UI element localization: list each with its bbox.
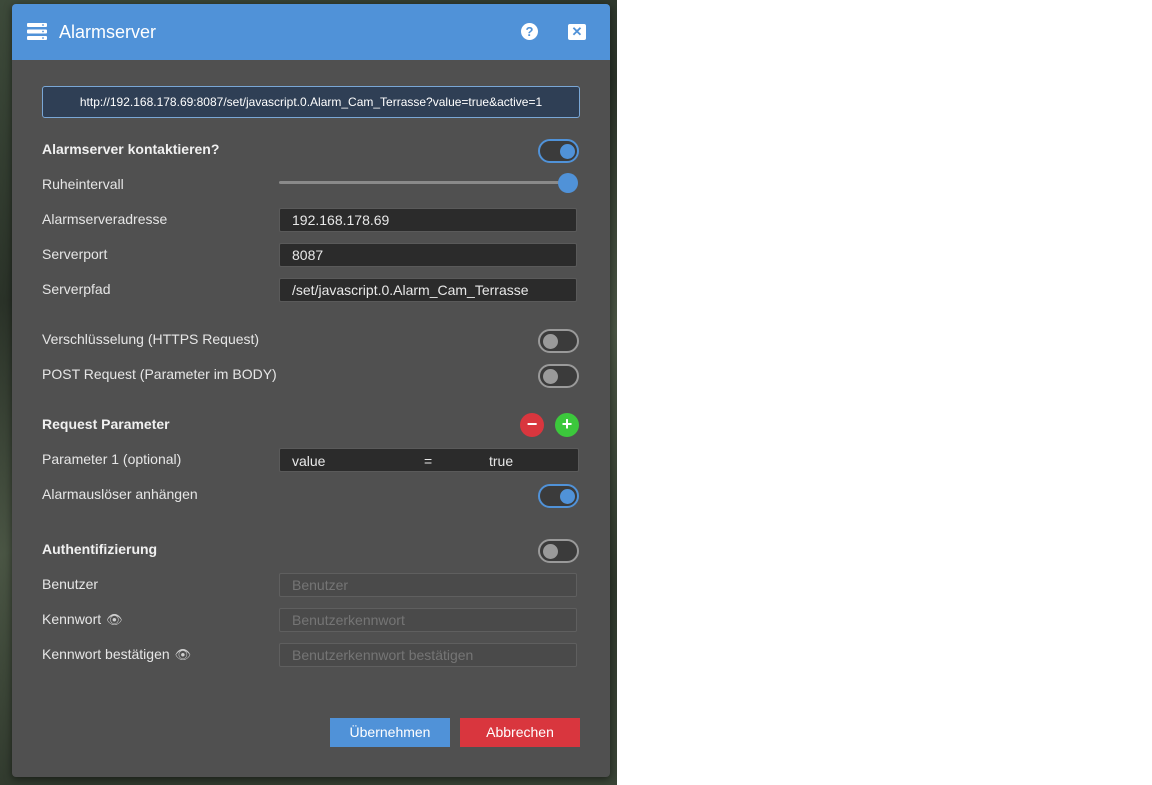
eye-icon[interactable]: 👁 bbox=[106, 612, 123, 628]
password-confirm-label: Kennwort bestätigen 👁 bbox=[42, 646, 191, 663]
parameter-1-equals: = bbox=[424, 453, 433, 469]
toggle-knob bbox=[560, 489, 575, 504]
parameter-1-label: Parameter 1 (optional) bbox=[42, 451, 182, 467]
https-toggle[interactable] bbox=[538, 329, 579, 353]
path-label: Serverpfad bbox=[42, 281, 111, 297]
toggle-knob bbox=[560, 144, 575, 159]
server-icon bbox=[27, 23, 47, 40]
dialog-titlebar: Alarmserver ? ✕ bbox=[12, 4, 610, 60]
trigger-toggle[interactable] bbox=[538, 484, 579, 508]
toggle-knob bbox=[543, 334, 558, 349]
password-confirm-input[interactable] bbox=[279, 643, 577, 667]
port-label: Serverport bbox=[42, 246, 108, 262]
path-input[interactable] bbox=[279, 278, 577, 302]
port-input[interactable] bbox=[279, 243, 577, 267]
rest-interval-slider-handle[interactable] bbox=[558, 173, 578, 193]
https-label: Verschlüsselung (HTTPS Request) bbox=[42, 331, 260, 347]
alarmserver-dialog: Alarmserver ? ✕ http://192.168.178.69:80… bbox=[12, 4, 610, 777]
post-toggle[interactable] bbox=[538, 364, 579, 388]
user-input[interactable] bbox=[279, 573, 577, 597]
auth-label: Authentifizierung bbox=[42, 541, 158, 557]
apply-button[interactable]: Übernehmen bbox=[330, 718, 450, 747]
password-label: Kennwort 👁 bbox=[42, 611, 123, 628]
address-input[interactable] bbox=[279, 208, 577, 232]
password-input[interactable] bbox=[279, 608, 577, 632]
dialog-title: Alarmserver bbox=[59, 22, 157, 42]
parameter-1-field[interactable]: value = true bbox=[279, 448, 579, 472]
auth-toggle[interactable] bbox=[538, 539, 579, 563]
user-label: Benutzer bbox=[42, 576, 99, 592]
password-label-text: Kennwort bbox=[42, 611, 102, 627]
password-confirm-label-text: Kennwort bestätigen bbox=[42, 646, 170, 662]
contact-toggle[interactable] bbox=[538, 139, 579, 163]
help-button[interactable]: ? bbox=[521, 23, 538, 40]
cancel-button[interactable]: Abbrechen bbox=[460, 718, 580, 747]
remove-parameter-button[interactable]: − bbox=[520, 413, 544, 437]
add-parameter-button[interactable]: + bbox=[555, 413, 579, 437]
request-parameter-label: Request Parameter bbox=[42, 416, 170, 432]
contact-label: Alarmserver kontaktieren? bbox=[42, 141, 220, 157]
address-label: Alarmserveradresse bbox=[42, 211, 168, 227]
trigger-label: Alarmauslöser anhängen bbox=[42, 486, 198, 502]
parameter-1-key[interactable]: value bbox=[292, 453, 325, 469]
post-label: POST Request (Parameter im BODY) bbox=[42, 366, 277, 382]
parameter-1-value[interactable]: true bbox=[489, 453, 513, 469]
rest-interval-label: Ruheintervall bbox=[42, 176, 124, 192]
toggle-knob bbox=[543, 544, 558, 559]
url-preview: http://192.168.178.69:8087/set/javascrip… bbox=[42, 86, 580, 118]
eye-icon[interactable]: 👁 bbox=[175, 647, 192, 663]
close-button[interactable]: ✕ bbox=[568, 24, 586, 40]
rest-interval-slider-track[interactable] bbox=[279, 181, 571, 184]
toggle-knob bbox=[543, 369, 558, 384]
